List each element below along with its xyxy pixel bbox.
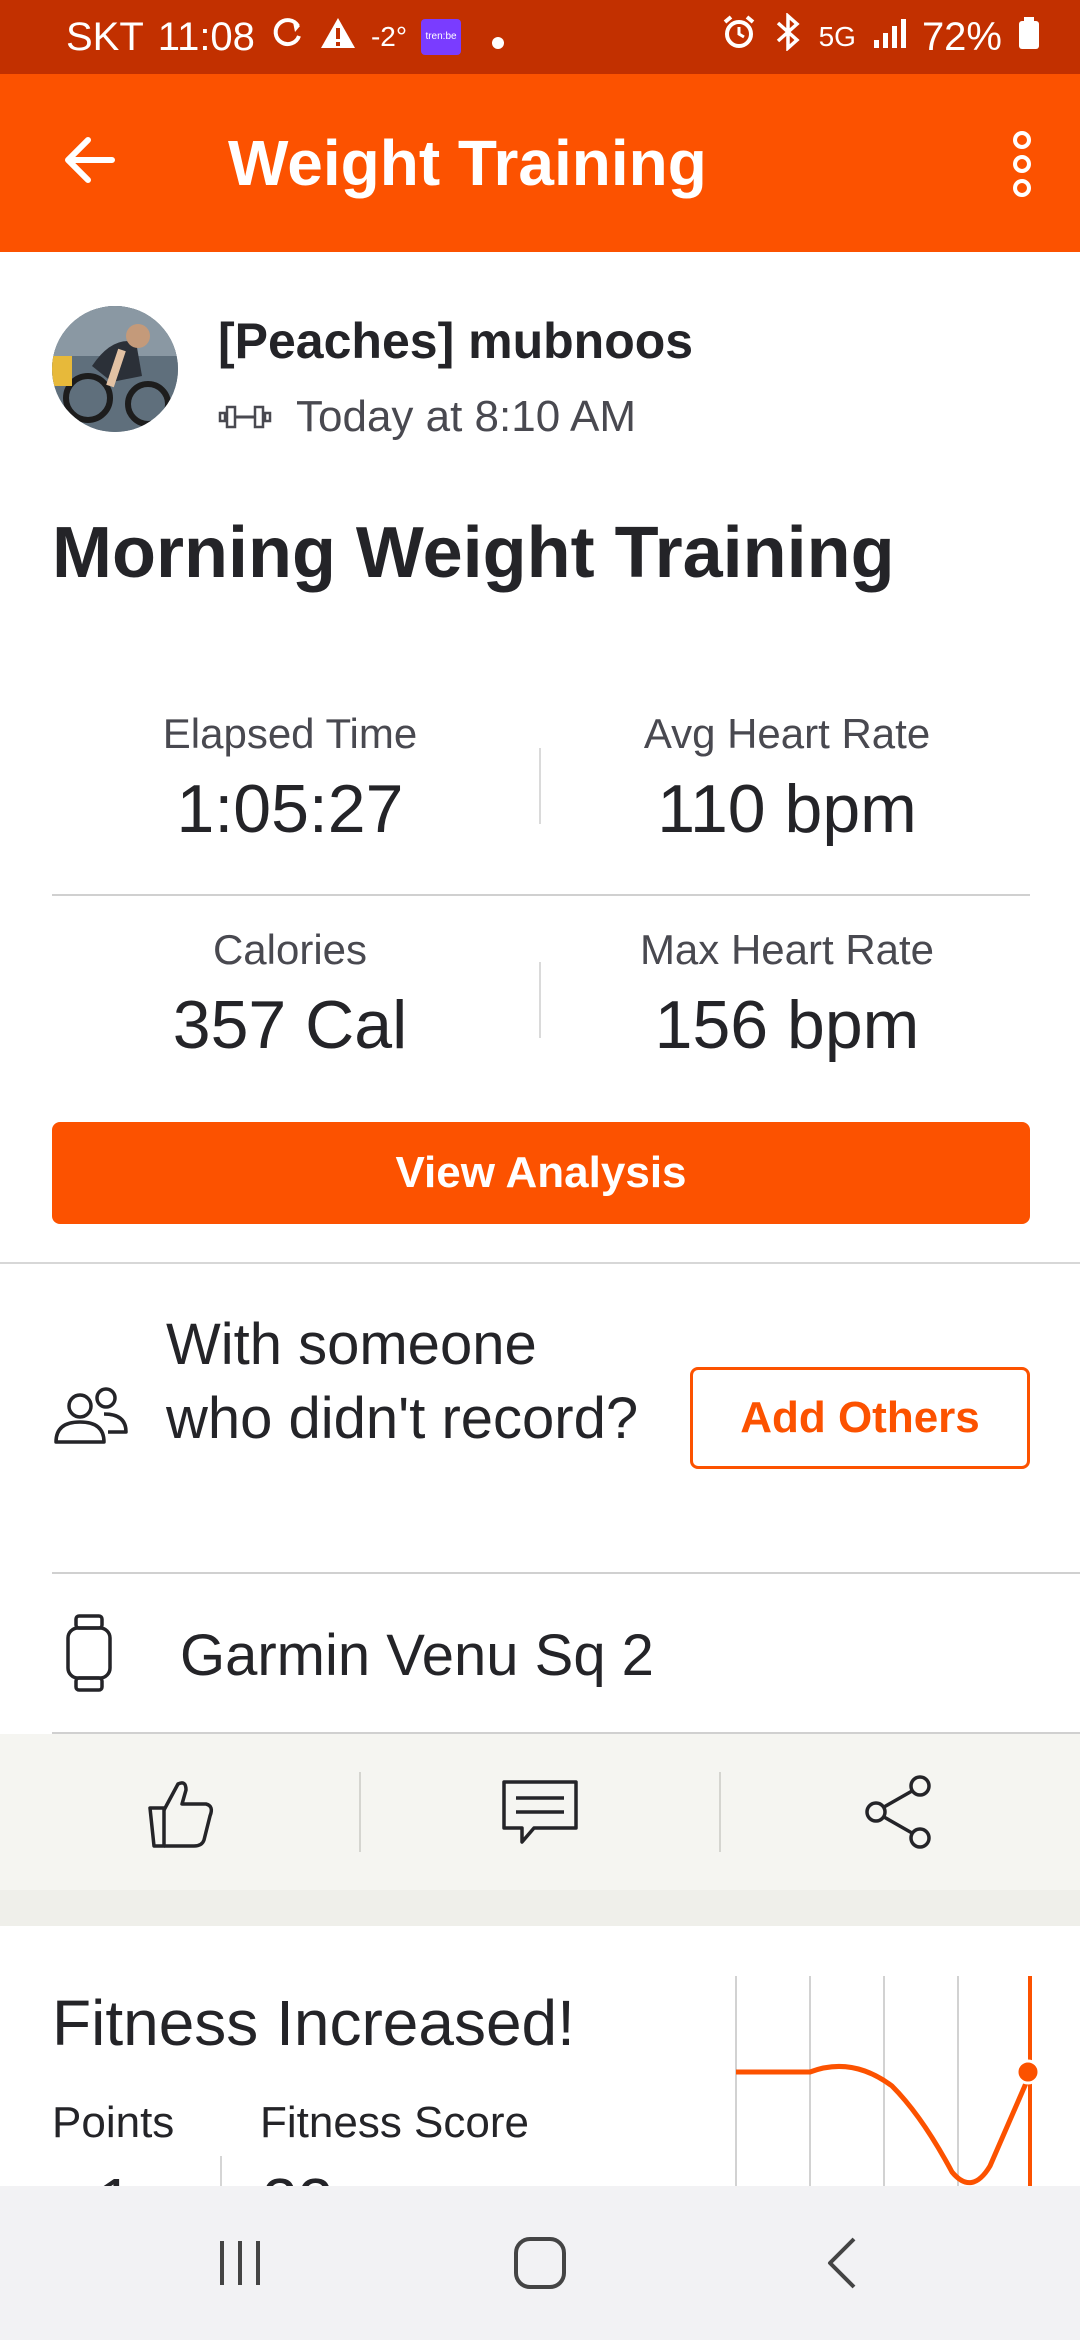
alarm-icon (721, 14, 757, 60)
stat-value: 156 bpm (654, 987, 920, 1063)
stat-value: 1:05:27 (176, 771, 404, 847)
app-badge: tren:be (421, 19, 462, 55)
stat-label: Elapsed Time (162, 710, 418, 757)
network-type: 5G (818, 21, 856, 52)
points-label: Points (52, 2098, 175, 2147)
battery-level: 72% (921, 14, 1002, 59)
stat-avg-heart-rate: Avg Heart Rate 110 bpm (567, 710, 1007, 848)
back-chevron-icon (828, 2237, 856, 2289)
more-vertical-icon (1013, 131, 1031, 197)
stat-value: 110 bpm (657, 771, 917, 847)
status-bar: SKT 11:08 -2° tren:be 5G 72% (0, 0, 1080, 74)
stat-value: 357 Cal (172, 987, 408, 1063)
add-others-button[interactable]: Add Others (690, 1367, 1030, 1469)
action-bar (0, 1734, 1080, 1890)
people-icon (52, 1386, 130, 1451)
back-arrow-icon (65, 137, 115, 183)
stat-label: Avg Heart Rate (643, 710, 931, 757)
status-bar-right: 5G 72% (705, 0, 1040, 74)
home-icon (514, 2237, 566, 2289)
back-nav-button[interactable] (744, 2186, 944, 2340)
stats-divider (52, 894, 1030, 896)
fitness-score-label: Fitness Score (260, 2098, 529, 2147)
bluetooth-icon (773, 12, 803, 61)
stat-divider (539, 962, 541, 1038)
dot-icon (491, 15, 505, 60)
stat-divider (539, 748, 541, 824)
section-divider (0, 1262, 1080, 1264)
athlete-name[interactable]: [Peaches] mubnoos (218, 312, 693, 370)
comment-button[interactable] (360, 1734, 720, 1890)
avatar[interactable] (52, 306, 178, 432)
comment-icon (502, 1780, 578, 1844)
fitness-trend-chart[interactable] (732, 1976, 1042, 2201)
thumbs-up-icon (148, 1781, 214, 1848)
status-bar-left: SKT 11:08 -2° tren:be (66, 0, 519, 74)
app-header: Weight Training (0, 74, 1080, 252)
avatar-photo (52, 306, 178, 432)
dumbbell-icon (218, 405, 272, 429)
device-name: Garmin Venu Sq 2 (180, 1623, 654, 1688)
fitness-title: Fitness Increased! (52, 1987, 575, 2059)
activity-title: Morning Weight Training (52, 513, 895, 593)
home-button[interactable] (440, 2186, 640, 2340)
recent-apps-button[interactable] (140, 2186, 340, 2340)
watch-icon (64, 1614, 114, 1697)
kudos-button[interactable] (0, 1734, 360, 1890)
back-button[interactable] (58, 128, 122, 192)
warning-icon (319, 15, 357, 60)
status-time: 11:08 (157, 14, 255, 59)
stat-label: Max Heart Rate (639, 926, 935, 973)
sync-icon (269, 14, 305, 60)
with-others-prompt: With someone who didn't record? (166, 1312, 639, 1451)
section-gap (0, 1890, 1080, 1926)
stat-calories: Calories 357 Cal (70, 926, 510, 1064)
signal-icon (872, 15, 906, 60)
stat-elapsed-time: Elapsed Time 1:05:27 (70, 710, 510, 848)
recent-apps-icon (220, 2241, 260, 2285)
activity-meta: Today at 8:10 AM (218, 392, 636, 442)
carrier: SKT (66, 14, 144, 59)
view-analysis-button[interactable]: View Analysis (52, 1122, 1030, 1224)
stat-label: Calories (212, 926, 368, 973)
battery-icon (1018, 15, 1040, 60)
section-divider (52, 1572, 1080, 1574)
share-button[interactable] (720, 1734, 1080, 1890)
page-title: Weight Training (228, 127, 707, 199)
stat-max-heart-rate: Max Heart Rate 156 bpm (567, 926, 1007, 1064)
more-options-button[interactable] (998, 124, 1046, 204)
share-icon (865, 1775, 931, 1849)
temperature: -2° (370, 21, 408, 52)
activity-time: Today at 8:10 AM (296, 392, 636, 441)
system-nav-bar (0, 2186, 1080, 2340)
